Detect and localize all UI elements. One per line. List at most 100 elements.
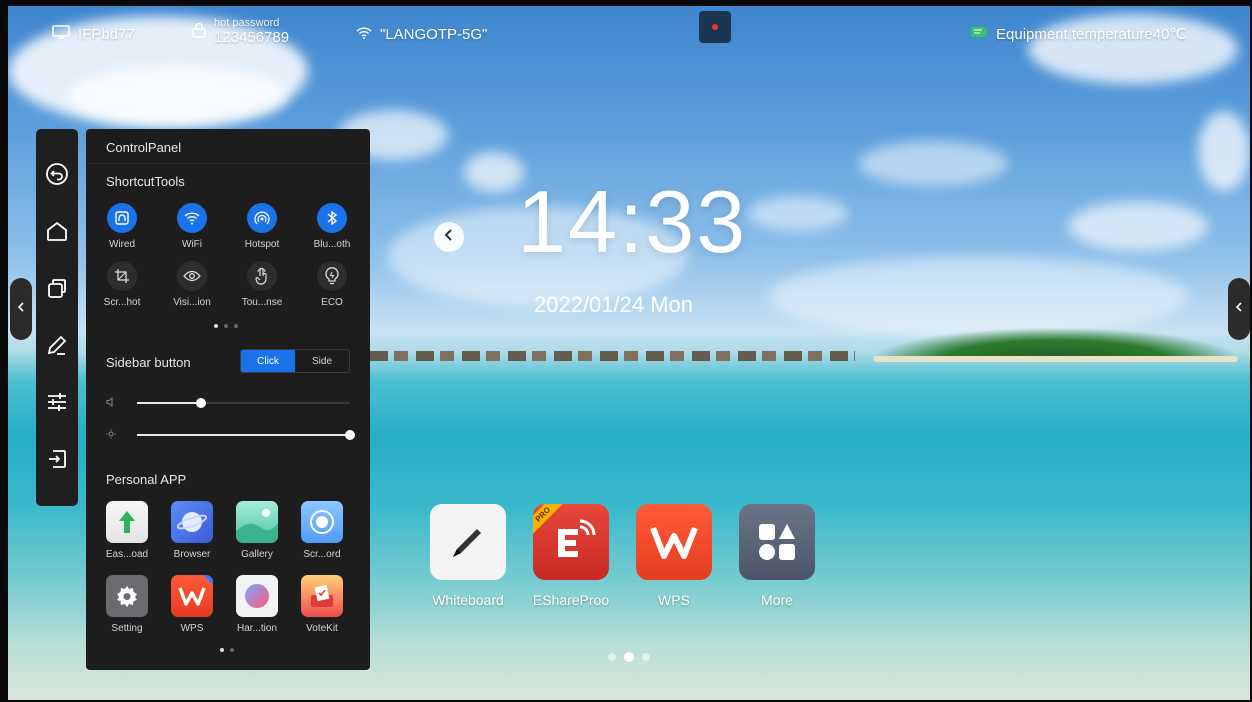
bulb-icon bbox=[317, 261, 347, 291]
clock-prev-button[interactable] bbox=[434, 222, 464, 252]
hotspot-password-block: hot password 123456789 bbox=[214, 17, 289, 47]
shortcut-tools-title: ShortcutTools bbox=[106, 174, 185, 189]
app-label: WPS bbox=[180, 623, 204, 634]
chevron-left-icon bbox=[17, 300, 25, 318]
tool-eco[interactable]: ECO bbox=[300, 261, 364, 308]
page-dot[interactable] bbox=[642, 653, 650, 661]
votekit-icon bbox=[301, 575, 343, 617]
tool-vision[interactable]: Visi...ion bbox=[160, 261, 224, 308]
personal-app-screen-record[interactable]: Scr...ord bbox=[290, 501, 354, 560]
desktop-app-eshare[interactable]: PRO EShareProo bbox=[531, 504, 611, 608]
app-label: Scr...ord bbox=[303, 549, 341, 560]
hotspot-password-label: hot password bbox=[214, 17, 280, 29]
panel-divider bbox=[86, 163, 370, 164]
desktop-app-more[interactable]: More bbox=[737, 504, 817, 608]
app-label: Har...tion bbox=[236, 623, 278, 634]
tool-label: ECO bbox=[321, 297, 343, 308]
cloud bbox=[1198, 111, 1250, 191]
brightness-knob[interactable] bbox=[345, 430, 355, 440]
tool-wired[interactable]: Wired bbox=[90, 203, 154, 250]
tool-hotspot[interactable]: Hotspot bbox=[230, 203, 294, 250]
cloud bbox=[1068, 201, 1208, 251]
settings-sliders-icon bbox=[45, 390, 69, 419]
volume-slider[interactable] bbox=[106, 395, 350, 411]
personal-app-gallery[interactable]: Gallery bbox=[225, 501, 289, 560]
sidebar-button-option-click[interactable]: Click bbox=[241, 350, 295, 372]
tool-touch[interactable]: Tou...nse bbox=[230, 261, 294, 308]
app-label: Browser bbox=[173, 549, 211, 560]
screen-record-button[interactable] bbox=[699, 11, 731, 43]
sidebar bbox=[36, 129, 78, 506]
personal-app-harmony[interactable]: Har...tion bbox=[225, 575, 289, 634]
cloud bbox=[748, 196, 848, 231]
page-dot bbox=[234, 324, 238, 328]
tool-label: Wired bbox=[108, 239, 136, 250]
personal-app-setting[interactable]: Setting bbox=[95, 575, 159, 634]
desktop-app-whiteboard[interactable]: Whiteboard bbox=[428, 504, 508, 608]
app-label: WPS bbox=[658, 592, 690, 608]
personal-app-browser[interactable]: Browser bbox=[160, 501, 224, 560]
island-sand bbox=[873, 356, 1238, 362]
personal-app-easydownload[interactable]: Eas...oad bbox=[95, 501, 159, 560]
screen-record-icon bbox=[301, 501, 343, 543]
sidebar-pen-button[interactable] bbox=[40, 330, 74, 364]
easydownload-icon bbox=[106, 501, 148, 543]
chevron-left-icon bbox=[444, 228, 454, 247]
temperature-status: Equipment temperature40℃ bbox=[970, 18, 1186, 50]
tool-screenshot[interactable]: Scr...hot bbox=[90, 261, 154, 308]
device-name: IFPbd77 bbox=[78, 25, 135, 43]
sidebar-button-toggle: Click Side bbox=[240, 349, 350, 373]
temperature-text: Equipment temperature40℃ bbox=[996, 26, 1187, 43]
cloud bbox=[768, 256, 1188, 336]
wifi-name: "LANGOTP-5G" bbox=[380, 25, 488, 43]
volume-knob[interactable] bbox=[195, 398, 206, 408]
app-label: Whiteboard bbox=[432, 592, 504, 608]
wired-icon bbox=[107, 203, 137, 233]
wifi-icon bbox=[177, 203, 207, 233]
cloud bbox=[858, 141, 1008, 186]
personal-app-page-indicator bbox=[220, 648, 234, 652]
app-label: VoteKit bbox=[306, 623, 338, 634]
sidebar-control-panel-button[interactable] bbox=[40, 387, 74, 421]
left-edge-handle[interactable] bbox=[10, 278, 32, 340]
sidebar-input-source-button[interactable] bbox=[40, 444, 74, 478]
control-panel: ControlPanel ShortcutTools Wired WiFi Ho… bbox=[86, 129, 370, 670]
record-dot-icon bbox=[712, 24, 718, 30]
sidebar-button-option-side[interactable]: Side bbox=[295, 350, 349, 372]
chevron-left-icon bbox=[1235, 300, 1243, 318]
page-dot[interactable] bbox=[624, 652, 634, 662]
tool-label: Hotspot bbox=[244, 239, 280, 250]
eshare-icon: PRO bbox=[533, 504, 609, 580]
wps-icon bbox=[636, 504, 712, 580]
brightness-slider[interactable] bbox=[106, 426, 355, 444]
cloud bbox=[464, 152, 524, 192]
pen-icon bbox=[45, 333, 69, 362]
brightness-icon bbox=[106, 426, 116, 444]
tool-wifi[interactable]: WiFi bbox=[160, 203, 224, 250]
wifi-icon bbox=[356, 26, 372, 43]
monitor-icon bbox=[52, 25, 70, 43]
sidebar-back-button[interactable] bbox=[40, 159, 74, 193]
app-label: Eas...oad bbox=[105, 549, 149, 560]
clock-date: 2022/01/24 Mon bbox=[534, 292, 694, 317]
right-edge-handle[interactable] bbox=[1228, 278, 1250, 340]
screenshot-icon bbox=[107, 261, 137, 291]
personal-app-votekit[interactable]: VoteKit bbox=[290, 575, 354, 634]
desktop-app-wps[interactable]: WPS bbox=[634, 504, 714, 608]
sidebar-windows-button[interactable] bbox=[40, 273, 74, 307]
app-label: EShareProo bbox=[532, 592, 610, 608]
tool-bluetooth[interactable]: Blu...oth bbox=[300, 203, 364, 250]
app-label: More bbox=[761, 592, 793, 608]
cloud bbox=[68, 66, 288, 126]
personal-app-title: Personal APP bbox=[106, 472, 187, 487]
desktop-page-indicator bbox=[608, 652, 650, 662]
personal-app-wps[interactable]: WPS bbox=[160, 575, 224, 634]
volume-fill bbox=[137, 402, 201, 404]
gallery-icon bbox=[236, 501, 278, 543]
hotspot-icon bbox=[247, 203, 277, 233]
windows-icon bbox=[45, 276, 69, 305]
whiteboard-icon bbox=[430, 504, 506, 580]
sidebar-home-button[interactable] bbox=[40, 216, 74, 250]
page-dot[interactable] bbox=[608, 653, 616, 661]
touch-icon bbox=[247, 261, 277, 291]
